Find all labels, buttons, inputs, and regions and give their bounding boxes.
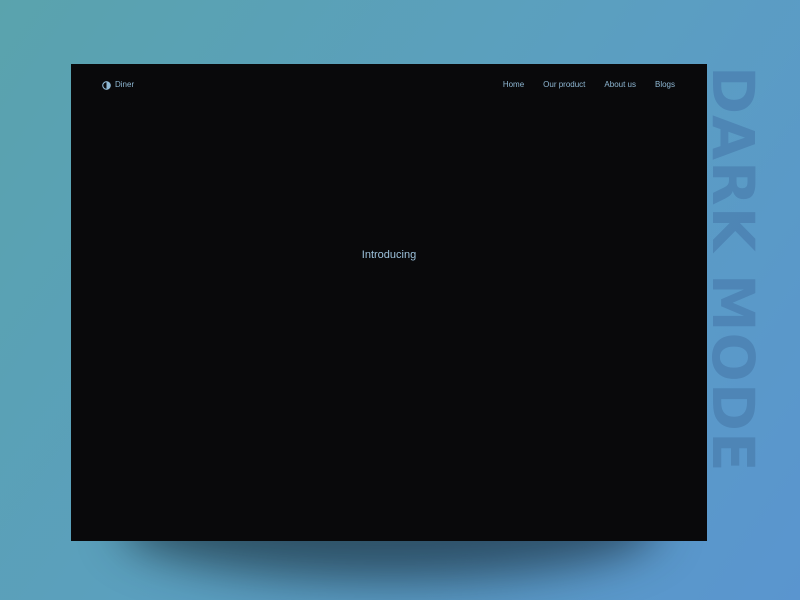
nav-item-home[interactable]: Home bbox=[503, 80, 524, 90]
brand-name: Diner bbox=[115, 80, 135, 89]
top-navigation: Home Our product About us Blogs bbox=[503, 80, 675, 90]
nav-item-about-us[interactable]: About us bbox=[604, 80, 636, 90]
dark-mode-preview-screen: Diner Home Our product About us Blogs In… bbox=[71, 64, 707, 541]
half-circle-contrast-icon bbox=[102, 80, 111, 90]
dark-mode-watermark: DARK MODE bbox=[699, 66, 767, 473]
nav-item-our-product[interactable]: Our product bbox=[543, 80, 585, 90]
hero-heading: Introducing bbox=[361, 249, 417, 261]
brand-logo[interactable]: Diner bbox=[102, 80, 134, 90]
nav-item-blogs[interactable]: Blogs bbox=[655, 80, 675, 90]
